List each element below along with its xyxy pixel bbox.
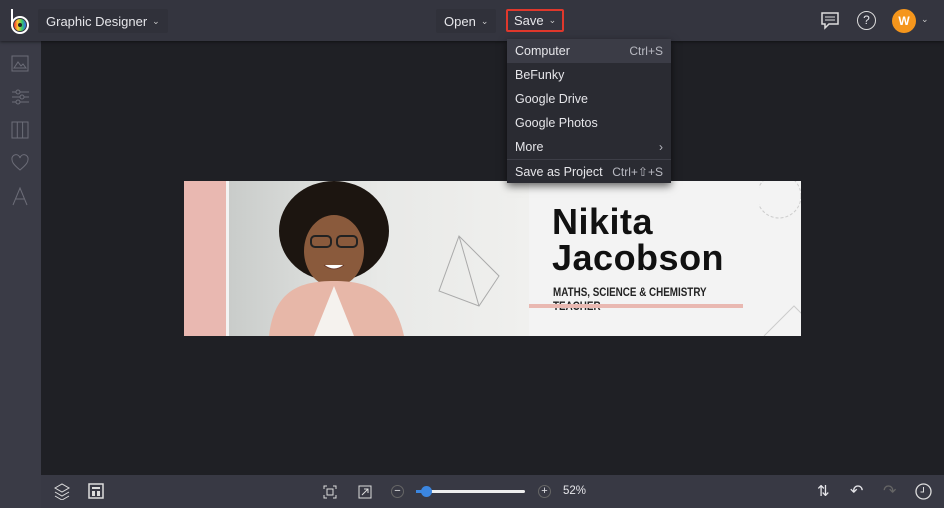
save-menu: Computer Ctrl+S BeFunky Google Drive Goog… [507,39,671,183]
chevron-right-icon: › [659,140,663,154]
menu-label: More [515,140,544,154]
layers-icon[interactable] [54,483,70,500]
chevron-down-icon[interactable]: ⌄ [921,14,929,25]
befunky-logo[interactable] [9,8,33,34]
zoom-in-button[interactable]: + [538,485,551,498]
workspace-label: Graphic Designer [46,13,148,29]
menu-item-befunky[interactable]: BeFunky [507,63,671,87]
template-icon[interactable] [88,483,104,499]
menu-item-more[interactable]: More › [507,135,671,159]
subtitle: MATHS, SCIENCE & CHEMISTRY TEACHER [553,285,707,313]
fit-screen-icon[interactable] [323,485,337,499]
chevron-down-icon: ⌄ [548,15,557,25]
redo-icon[interactable]: ↷ [883,481,896,501]
canvas-banner[interactable]: Nikita Jacobson MATHS, SCIENCE & CHEMIST… [184,181,801,336]
sliders-icon[interactable] [11,88,30,107]
shortcut: Ctrl+⇧+S [612,164,663,179]
image-icon[interactable] [11,55,30,74]
menu-item-save-as-project[interactable]: Save as Project Ctrl+⇧+S [507,159,671,183]
first-name: Nikita [552,201,654,242]
pink-underline [529,304,743,308]
workspace-dropdown[interactable]: Graphic Designer ⌄ [38,9,168,33]
menu-item-google-photos[interactable]: Google Photos [507,111,671,135]
shortcut: Ctrl+S [629,44,663,58]
menu-item-computer[interactable]: Computer Ctrl+S [507,39,671,63]
menu-label: Save as Project [515,164,603,179]
zoom-slider-handle[interactable] [421,486,432,497]
zoom-out-button[interactable]: − [391,485,404,498]
replace-icon[interactable]: ⇅ [817,482,830,500]
help-icon[interactable]: ? [857,11,876,30]
avatar[interactable]: W [892,9,916,33]
chevron-down-icon: ⌄ [152,15,160,26]
open-button[interactable]: Open ⌄ [436,9,497,33]
top-bar: Graphic Designer ⌄ Open ⌄ Save ⌄ ? W ⌄ [0,0,944,41]
sidebar [0,41,41,508]
menu-label: Computer [515,44,570,58]
chevron-down-icon: ⌄ [480,15,489,26]
open-label: Open [444,13,476,29]
teacher-photo [269,181,500,336]
photo [229,181,529,336]
undo-icon[interactable]: ↶ [850,481,863,501]
comments-icon[interactable] [820,11,840,35]
menu-item-google-drive[interactable]: Google Drive [507,87,671,111]
bottom-toolbar: − + 52% ⇅ ↶ ↷ [41,475,944,508]
zoom-slider[interactable] [416,486,525,497]
menu-label: Google Drive [515,92,588,106]
menu-label: Google Photos [515,116,598,130]
last-name: Jacobson [552,237,725,278]
heart-icon[interactable] [11,154,30,173]
menu-label: BeFunky [515,68,565,82]
history-icon[interactable] [915,483,932,500]
actual-size-icon[interactable] [358,485,372,499]
save-button[interactable]: Save ⌄ [506,9,565,32]
layout-icon[interactable] [11,121,30,140]
zoom-level: 52% [563,485,587,497]
geometry-decoration [759,181,801,336]
text-icon[interactable] [11,187,30,206]
pink-strip [184,181,226,336]
save-label: Save [514,13,544,28]
